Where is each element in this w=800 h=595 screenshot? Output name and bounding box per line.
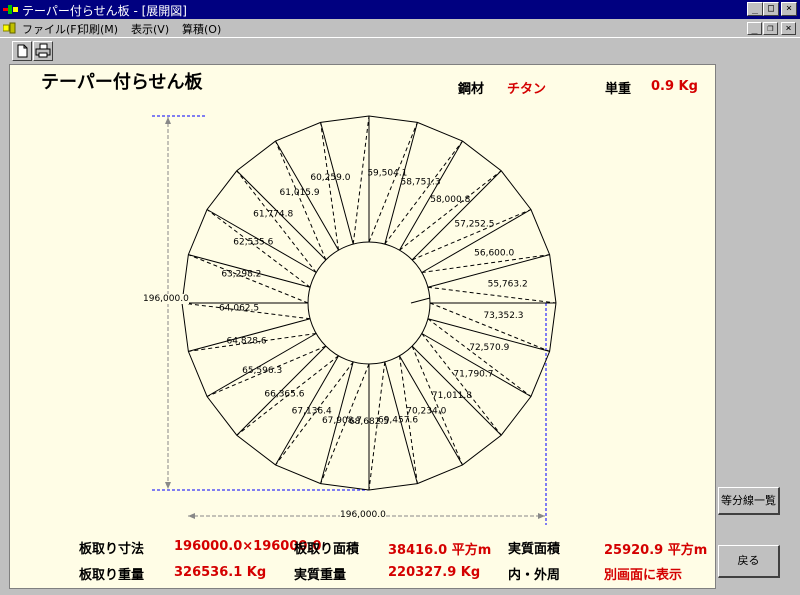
- dimension-arrow-bottom: [165, 482, 171, 489]
- actual-weight-value: 220327.9 Kg: [388, 565, 481, 580]
- division-line: [188, 318, 311, 352]
- diagonal-dash-line: [236, 170, 317, 273]
- segment-length-label: 73,352.3: [483, 311, 523, 321]
- actual-area-label: 実質面積: [508, 542, 561, 557]
- inner-outer-value: 別画面に表示: [604, 568, 683, 583]
- board-area-value: 38416.0 平方m: [388, 543, 492, 558]
- drawing-canvas: 59,504.1 58,751.3 58,000.8 57,252.5 56,600.0…: [9, 64, 716, 589]
- diagonal-dash-line: [275, 140, 327, 261]
- segment-length-label: 65,596.3: [242, 366, 282, 376]
- division-line: [320, 122, 354, 245]
- segment-length-label: 64,062.5: [219, 304, 259, 314]
- division-list-button[interactable]: 等分線一覧: [718, 487, 780, 515]
- app-icon: [3, 5, 18, 14]
- window-title: テーパー付らせん板 - [展開図]: [22, 4, 187, 18]
- board-area-label: 板取り面積: [294, 542, 360, 557]
- material-label: 鋼材: [458, 82, 485, 97]
- document-icon: [3, 22, 16, 34]
- toolbar: [0, 37, 800, 63]
- diagonal-dash-line: [411, 345, 463, 466]
- board-weight-label: 板取り重量: [79, 568, 145, 583]
- diagonal-dash-line: [427, 318, 532, 397]
- back-button[interactable]: 戻る: [718, 545, 780, 578]
- child-close-button[interactable]: ×: [781, 22, 796, 35]
- segment-length-label: 67,908.7: [322, 416, 362, 426]
- menu-print[interactable]: 印刷(M): [78, 21, 118, 37]
- board-size-label: 板取り寸法: [79, 542, 145, 557]
- segment-length-label: 55,763.2: [488, 280, 528, 290]
- segment-length-label: 58,751.3: [401, 177, 441, 187]
- dimension-arrow-top: [165, 117, 171, 124]
- vertical-dimension-label: 196,000.0: [143, 294, 189, 304]
- printer-icon: [35, 43, 51, 58]
- actual-weight-label: 実質重量: [294, 568, 347, 583]
- segment-length-label: 61,774.8: [253, 210, 293, 220]
- menu-bar: ファイル(F) 印刷(M) 表示(V) 算積(O) _ ❐ ×: [0, 19, 800, 37]
- segment-length-label: 57,252.5: [454, 220, 494, 230]
- segment-length-label: 66,365.6: [264, 390, 304, 400]
- horizontal-dimension-label: 196,000.0: [340, 510, 386, 520]
- segment-length-label: 72,570.9: [469, 343, 509, 353]
- diagonal-dash-line: [384, 140, 463, 245]
- segment-length-label: 61,015.9: [280, 188, 320, 198]
- drawing-title: テーパー付らせん板: [41, 72, 203, 93]
- segment-length-label: 58,000.8: [430, 195, 470, 205]
- segment-length-label: 60,259.0: [310, 173, 350, 183]
- diagonal-dash-line: [427, 286, 557, 304]
- segment-length-label: 67,136.4: [292, 407, 332, 417]
- segment-length-label: 64,828.6: [227, 336, 267, 346]
- diagonal-dash-line: [352, 115, 370, 245]
- unit-weight-label: 単重: [605, 82, 632, 97]
- child-restore-button[interactable]: ❐: [763, 22, 778, 35]
- minimize-button[interactable]: _: [747, 2, 763, 16]
- segment-length-label: 71,011.8: [432, 391, 472, 401]
- print-button[interactable]: [33, 41, 53, 61]
- dimension-arrow-left: [188, 513, 195, 519]
- close-button[interactable]: ×: [781, 2, 797, 16]
- unit-weight-value: 0.9 Kg: [651, 79, 698, 94]
- segment-length-label: 62,535.6: [233, 237, 273, 247]
- dimension-arrow-right: [538, 513, 545, 519]
- segment-length-label: 63,298.2: [221, 270, 261, 280]
- child-minimize-button[interactable]: _: [747, 22, 762, 35]
- segment-length-label: 71,790.7: [453, 369, 493, 379]
- title-bar: テーパー付らせん板 - [展開図] _ □ ×: [0, 0, 800, 19]
- board-weight-value: 326536.1 Kg: [174, 565, 267, 580]
- menu-calc[interactable]: 算積(O): [182, 21, 221, 37]
- new-document-button[interactable]: [12, 41, 32, 61]
- inner-outer-label: 内・外周: [508, 568, 561, 583]
- menu-view[interactable]: 表示(V): [131, 21, 169, 37]
- seam-step: [410, 297, 431, 304]
- diagonal-dash-line: [320, 122, 339, 251]
- menu-file[interactable]: ファイル(F): [22, 21, 81, 37]
- new-document-icon: [17, 44, 28, 58]
- material-value: チタン: [507, 82, 547, 97]
- actual-area-value: 25920.9 平方m: [604, 543, 708, 558]
- maximize-button[interactable]: □: [763, 2, 779, 16]
- segment-length-label: 56,600.0: [474, 248, 514, 258]
